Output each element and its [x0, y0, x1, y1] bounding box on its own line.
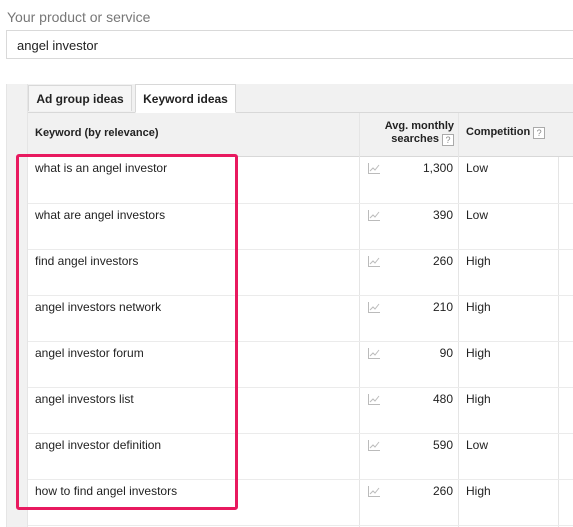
- avg-monthly-searches: 90: [439, 346, 453, 360]
- table-row: how to find angel investors 260 High: [28, 480, 573, 526]
- avg-monthly-searches: 210: [432, 300, 453, 314]
- help-icon[interactable]: ?: [533, 127, 546, 139]
- keyword-text: angel investors network: [35, 300, 162, 314]
- column-header-keyword[interactable]: Keyword (by relevance): [35, 127, 159, 139]
- trend-chart-icon[interactable]: [368, 163, 380, 174]
- competition-value: Low: [466, 438, 489, 452]
- left-strip: [7, 84, 28, 527]
- keyword-text: what are angel investors: [35, 208, 166, 222]
- avg-monthly-searches: 590: [432, 438, 453, 452]
- avg-monthly-searches: 260: [432, 254, 453, 268]
- product-label: Your product or service: [7, 9, 151, 25]
- table-row: angel investor definition 590 Low: [28, 434, 573, 480]
- product-search-input[interactable]: angel investor: [6, 30, 573, 59]
- table-row: angel investors list 480 High: [28, 388, 573, 434]
- trend-chart-icon[interactable]: [368, 302, 380, 313]
- table-row: what are angel investors 390 Low: [28, 204, 573, 250]
- trend-chart-icon[interactable]: [368, 440, 380, 451]
- competition-value: Low: [466, 161, 489, 175]
- keyword-text: how to find angel investors: [35, 484, 178, 498]
- table-header: Keyword (by relevance) Avg. monthly sear…: [28, 113, 573, 157]
- keyword-text: what is an angel investor: [35, 161, 168, 175]
- competition-value: High: [466, 346, 491, 360]
- competition-value: High: [466, 300, 491, 314]
- competition-value: High: [466, 392, 491, 406]
- trend-chart-icon[interactable]: [368, 210, 380, 221]
- keyword-planner-panel: Ad group ideas Keyword ideas Keyword (by…: [6, 84, 573, 527]
- avg-monthly-searches: 480: [432, 392, 453, 406]
- competition-value: High: [466, 484, 491, 498]
- column-header-competition[interactable]: Competition?: [466, 126, 546, 139]
- tab-ad-group-ideas[interactable]: Ad group ideas: [28, 85, 132, 111]
- competition-value: Low: [466, 208, 489, 222]
- tab-bar: Ad group ideas Keyword ideas: [28, 84, 573, 113]
- searches-header-line2: searches: [391, 133, 439, 145]
- table-row: angel investor forum 90 High: [28, 342, 573, 388]
- searches-header-line1: Avg. monthly: [384, 120, 454, 132]
- column-header-searches[interactable]: Avg. monthly searches?: [368, 120, 454, 146]
- avg-monthly-searches: 390: [432, 208, 453, 222]
- table-row: find angel investors 260 High: [28, 250, 573, 296]
- tab-keyword-ideas[interactable]: Keyword ideas: [135, 84, 236, 113]
- competition-value: High: [466, 254, 491, 268]
- keyword-text: find angel investors: [35, 254, 139, 268]
- competition-header-label: Competition: [466, 126, 531, 138]
- table-row: angel investors network 210 High: [28, 296, 573, 342]
- keyword-text: angel investor forum: [35, 346, 144, 360]
- trend-chart-icon[interactable]: [368, 394, 380, 405]
- keyword-rows: what is an angel investor 1,300 Low what…: [28, 157, 573, 526]
- avg-monthly-searches: 260: [432, 484, 453, 498]
- trend-chart-icon[interactable]: [368, 486, 380, 497]
- trend-chart-icon[interactable]: [368, 256, 380, 267]
- trend-chart-icon[interactable]: [368, 348, 380, 359]
- keyword-text: angel investors list: [35, 392, 134, 406]
- help-icon[interactable]: ?: [442, 134, 454, 146]
- keyword-text: angel investor definition: [35, 438, 162, 452]
- table-row: what is an angel investor 1,300 Low: [28, 157, 573, 204]
- avg-monthly-searches: 1,300: [422, 161, 453, 175]
